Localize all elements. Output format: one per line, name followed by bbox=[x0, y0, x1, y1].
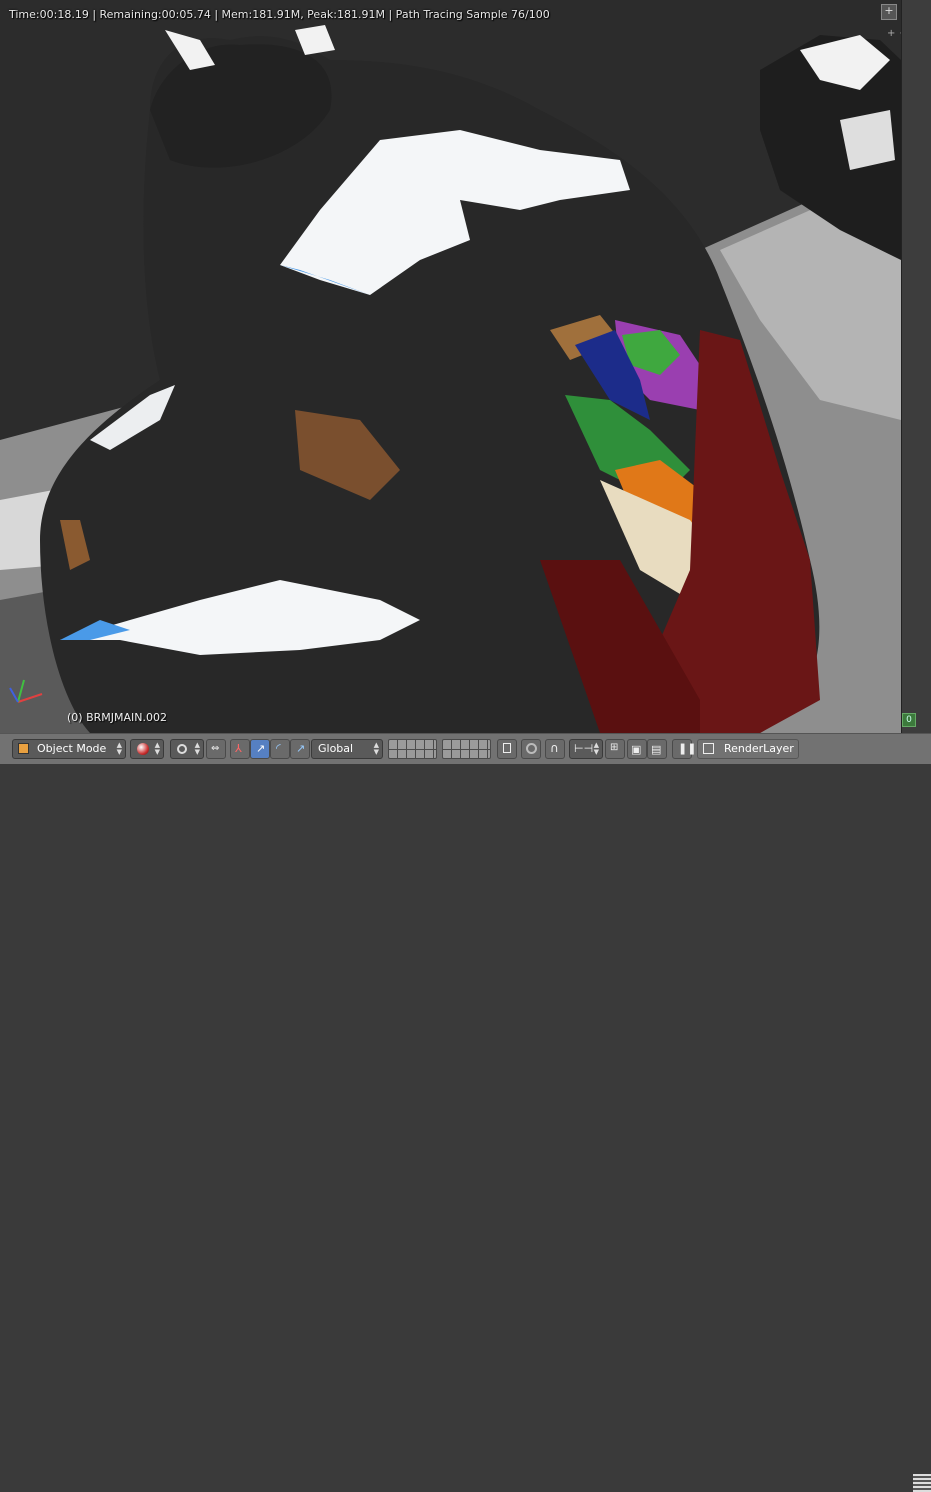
rotate-icon: ◜ bbox=[276, 741, 281, 755]
snap-icon: ∩ bbox=[550, 741, 559, 755]
manipulator-toggle[interactable]: ⅄ bbox=[230, 739, 250, 759]
snap-toggle[interactable]: ∩ bbox=[545, 739, 565, 759]
orientation-label: Global bbox=[318, 742, 354, 755]
pause-render-button[interactable]: ❚❚ bbox=[672, 739, 696, 759]
pivot-point-select[interactable]: ▲ ▼ bbox=[170, 739, 204, 759]
pivot-icon bbox=[177, 744, 187, 754]
layers-grid-icon[interactable] bbox=[442, 739, 491, 759]
rotate-button[interactable]: ◜ bbox=[270, 739, 290, 759]
layers-grid-icon[interactable] bbox=[388, 739, 437, 759]
translate-button[interactable]: ↗ bbox=[250, 739, 270, 759]
clapper-icon: ▤ bbox=[651, 743, 662, 756]
viewport-split-icon[interactable]: ++ bbox=[887, 28, 901, 39]
chevron-updown-icon: ▲ ▼ bbox=[593, 741, 599, 756]
frog-background-highlight-2 bbox=[840, 110, 895, 170]
sphere-shading-icon bbox=[137, 743, 149, 755]
arrows-icon: ⇔ bbox=[211, 743, 220, 754]
transform-orientation-toggle[interactable]: ⇔ bbox=[206, 739, 226, 759]
lock-icon bbox=[503, 743, 511, 753]
proportional-icon bbox=[526, 743, 537, 754]
translate-icon: ↗ bbox=[256, 742, 266, 755]
viewport-corner-plus-icon[interactable]: + bbox=[881, 4, 897, 20]
render-layer-select[interactable]: RenderLayer bbox=[697, 739, 799, 759]
layer-indicator: 0 bbox=[902, 713, 916, 727]
chevron-updown-icon: ▲ ▼ bbox=[194, 741, 200, 756]
snap-target-icon: ⊞ bbox=[610, 742, 619, 753]
camera-icon: ▣ bbox=[631, 743, 642, 756]
render-status-text: Time:00:18.19 | Remaining:00:05.74 | Mem… bbox=[9, 8, 550, 21]
viewport-shading-select[interactable]: ▲ ▼ bbox=[130, 739, 164, 759]
render-image-button[interactable]: ▣ bbox=[627, 739, 647, 759]
orientation-select[interactable]: Global ▲ ▼ bbox=[311, 739, 383, 759]
active-object-label: (0) BRMJMAIN.002 bbox=[67, 711, 167, 724]
viewport-header: Object Mode ▲ ▼ ▲ ▼ ▲ ▼ ⇔ ⅄ ↗ ◜ ↗ Global ▲ ▼… bbox=[0, 733, 931, 1492]
chevron-updown-icon: ▲ ▼ bbox=[154, 741, 160, 756]
properties-sidebar[interactable] bbox=[901, 0, 931, 733]
cube-icon bbox=[18, 743, 29, 754]
snap-target-button[interactable]: ⊞ bbox=[605, 739, 625, 759]
axis-gizmo-icon bbox=[9, 679, 43, 703]
rendered-scene bbox=[0, 0, 901, 733]
3d-viewport[interactable]: Time:00:18.19 | Remaining:00:05.74 | Mem… bbox=[0, 0, 901, 733]
chevron-updown-icon: ▲ ▼ bbox=[373, 741, 379, 756]
pause-icon: ❚❚ bbox=[678, 742, 697, 755]
snap-element-icon: ⊢⊣ bbox=[574, 742, 594, 755]
render-animation-button[interactable]: ▤ bbox=[647, 739, 667, 759]
render-layer-label: RenderLayer bbox=[724, 742, 794, 755]
header-scroll-handle[interactable] bbox=[913, 1474, 931, 1492]
snap-element-select[interactable]: ⊢⊣ ▲ ▼ bbox=[569, 739, 603, 759]
renderlayer-icon bbox=[703, 743, 714, 754]
mode-label: Object Mode bbox=[37, 742, 107, 755]
mode-select[interactable]: Object Mode ▲ ▼ bbox=[12, 739, 126, 759]
proportional-edit-button[interactable] bbox=[521, 739, 541, 759]
scale-button[interactable]: ↗ bbox=[290, 739, 310, 759]
lock-camera-button[interactable] bbox=[497, 739, 517, 759]
manipulator-icon: ⅄ bbox=[235, 742, 242, 755]
scale-icon: ↗ bbox=[296, 742, 306, 755]
chevron-updown-icon: ▲ ▼ bbox=[116, 741, 122, 756]
